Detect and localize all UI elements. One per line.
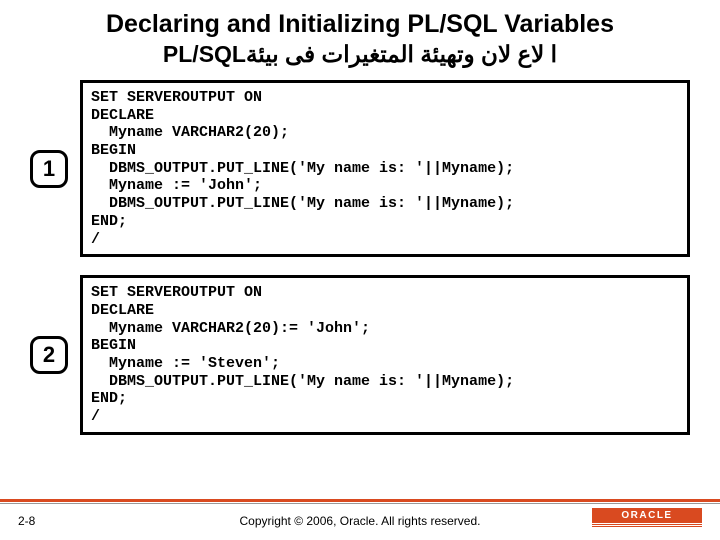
example-number-1: 1 — [30, 150, 68, 188]
code-block-1: SET SERVEROUTPUT ON DECLARE Myname VARCH… — [80, 80, 690, 257]
footer-divider-thin — [0, 503, 720, 504]
examples-container: 1 SET SERVEROUTPUT ON DECLARE Myname VAR… — [0, 76, 720, 435]
oracle-logo-bar: ORACLE — [592, 508, 702, 523]
slide: Declaring and Initializing PL/SQL Variab… — [0, 0, 720, 540]
slide-title: Declaring and Initializing PL/SQL Variab… — [0, 0, 720, 39]
oracle-logo-underline — [592, 524, 702, 525]
oracle-logo-underline — [592, 526, 702, 527]
example-row: 2 SET SERVEROUTPUT ON DECLARE Myname VAR… — [30, 275, 690, 435]
example-number-2: 2 — [30, 336, 68, 374]
footer: 2-8 Copyright © 2006, Oracle. All rights… — [0, 498, 720, 540]
slide-subtitle: ا لاع لان وتهيئة المتغيرات فى بيئةPL/SQL — [0, 39, 720, 76]
oracle-logo-text: ORACLE — [621, 510, 672, 521]
oracle-logo: ORACLE — [592, 508, 702, 532]
footer-divider — [0, 499, 720, 502]
example-row: 1 SET SERVEROUTPUT ON DECLARE Myname VAR… — [30, 80, 690, 257]
code-block-2: SET SERVEROUTPUT ON DECLARE Myname VARCH… — [80, 275, 690, 435]
